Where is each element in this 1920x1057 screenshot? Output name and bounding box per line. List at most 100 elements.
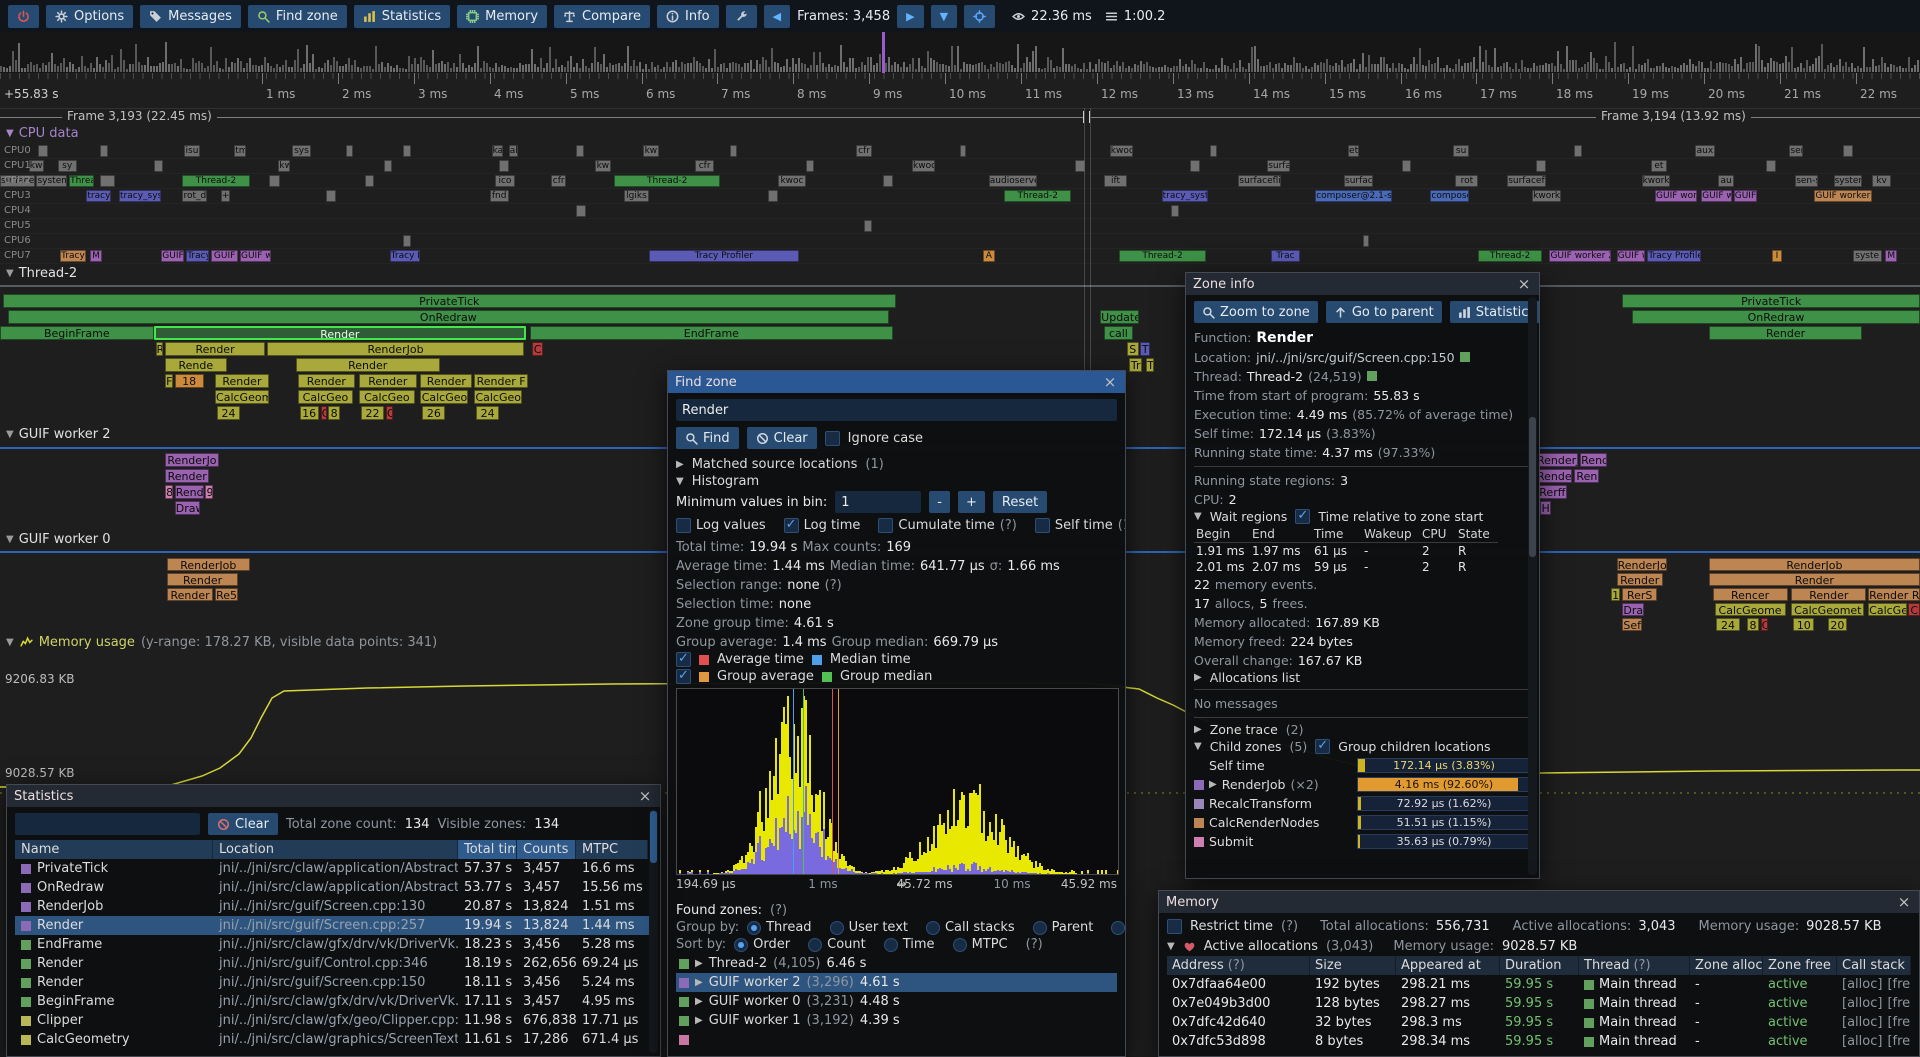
zone-tracy-profiler[interactable]: Tracy Profiler <box>1647 250 1701 262</box>
zone-guif-w[interactable]: GUIF-w <box>1734 190 1757 202</box>
group-children-checkbox[interactable] <box>1315 739 1330 754</box>
zone-thread-2[interactable]: Thread-2 <box>182 175 249 187</box>
zone-system-se[interactable]: system_se <box>36 175 67 187</box>
memory-button[interactable]: Memory <box>457 5 547 28</box>
zone-calcgeomet[interactable]: CalcGeomet <box>1791 603 1864 616</box>
stats-row-render[interactable]: Renderjni/../jni/src/guif/Control.cpp:34… <box>15 954 652 973</box>
zone-composer-2-1-se-hw[interactable]: composer@2.1-se [HW <box>1315 190 1392 202</box>
zone-guif-worker-1[interactable]: GUIF worker 1 <box>1814 190 1872 202</box>
stats-row-beginframe[interactable]: BeginFramejni/../jni/src/claw/gfx/drv/vk… <box>15 992 652 1011</box>
zone-kv[interactable]: kv <box>1872 175 1891 187</box>
zone-kworke[interactable]: kworke <box>1642 175 1671 187</box>
stats-row-privatetick[interactable]: PrivateTickjni/../jni/src/claw/applicati… <box>15 859 652 878</box>
zone-render[interactable]: Render <box>165 469 209 483</box>
thread-header-thread-2[interactable]: ▼Thread-2 <box>6 266 77 281</box>
stats-row-render[interactable]: Renderjni/../jni/src/guif/Screen.cpp:150… <box>15 973 652 992</box>
zone-kwoc[interactable]: kwoc <box>1110 145 1133 157</box>
zone-draw[interactable]: Draw <box>175 501 200 515</box>
zone-render[interactable]: Render <box>296 358 440 372</box>
zone-trac[interactable]: Trac <box>1271 250 1300 262</box>
child-zones-header[interactable]: ▼Child zones(5) Group children locations <box>1194 739 1531 754</box>
stats-column-counts[interactable]: Counts <box>517 840 576 859</box>
zone-a[interactable]: A <box>983 250 995 262</box>
zone-unnamed[interactable] <box>100 145 108 157</box>
zone-ka[interactable]: ka <box>492 145 504 157</box>
zone-kworke[interactable]: kworke <box>1532 190 1561 202</box>
zone-render[interactable]: Render <box>1709 326 1863 340</box>
power-button[interactable] <box>8 5 39 28</box>
alloc-column-thread[interactable]: Thread(?) <box>1579 956 1690 975</box>
histogram-section-header[interactable]: ▼Histogram <box>676 474 1117 489</box>
zone-renderjob[interactable]: RenderJob <box>267 342 524 356</box>
zone-render-r[interactable]: Render R <box>1868 588 1920 601</box>
scrollbar-thumb[interactable] <box>650 811 657 863</box>
zone-kw[interactable]: kw <box>595 160 610 172</box>
prev-frame-button[interactable]: ◀ <box>764 5 790 28</box>
zone-unnamed[interactable] <box>403 145 411 157</box>
thread-header-guif-worker-2[interactable]: ▼GUIF worker 2 <box>6 427 110 442</box>
zone-unnamed[interactable] <box>1210 145 1218 157</box>
stats-row-endframe[interactable]: EndFramejni/../jni/src/claw/gfx/drv/vk/D… <box>15 935 652 954</box>
zone-guif-worker-2[interactable]: GUIF worker 2 <box>1549 250 1610 262</box>
zone-dra[interactable]: Dra <box>1622 603 1643 616</box>
thread-header-guif-worker-0[interactable]: ▼GUIF worker 0 <box>6 532 110 547</box>
messages-button[interactable]: Messages <box>140 5 241 28</box>
zone-cfr[interactable]: cfr <box>695 160 714 172</box>
zone-tracy-i[interactable]: Tracy I <box>390 250 421 262</box>
clear-button[interactable]: Clear <box>208 813 278 835</box>
zone-unnamed[interactable] <box>1536 160 1546 172</box>
zone-update[interactable]: Update <box>1100 310 1138 324</box>
child-zone-submit[interactable]: Submit35.63 μs (0.79%) <box>1194 832 1531 851</box>
alloc-column-zone-alloc[interactable]: Zone alloc <box>1690 956 1763 975</box>
zone-endframe[interactable]: EndFrame <box>530 326 893 340</box>
zone-ift[interactable]: ift <box>1104 175 1127 187</box>
zone-r[interactable]: R <box>156 342 164 356</box>
zone-guif-worker-0[interactable]: GUIF worker 0 <box>1655 190 1697 202</box>
compare-button[interactable]: Compare <box>554 5 650 28</box>
child-zone-renderjob[interactable]: ▶RenderJob(×2)4.16 ms (92.60%) <box>1194 775 1531 794</box>
scrollbar[interactable] <box>649 809 658 1053</box>
zone-render[interactable]: Render <box>165 342 265 356</box>
zone-22[interactable]: 22 <box>361 406 384 420</box>
zone-c[interactable]: C <box>321 406 328 420</box>
zone-beginframe[interactable]: BeginFrame <box>0 326 154 340</box>
time-relative-checkbox[interactable] <box>1295 509 1310 524</box>
zone-unnamed[interactable] <box>864 220 872 232</box>
radio-mtpc[interactable]: MTPC <box>953 937 1008 952</box>
zone-render[interactable]: Render <box>420 374 472 388</box>
zone-t[interactable]: T <box>1146 358 1154 372</box>
zone-surfaceflinge[interactable]: surfaceflinge <box>1507 175 1545 187</box>
zone-unnamed[interactable] <box>576 145 584 157</box>
zone-tr[interactable]: Tr <box>1129 358 1142 372</box>
zone-info-titlebar[interactable]: Zone info × <box>1186 273 1539 295</box>
zone-call[interactable]: call <box>1104 326 1133 340</box>
zone-aux[interactable]: aux <box>1695 145 1714 157</box>
close-icon[interactable]: × <box>1896 893 1912 911</box>
zone-unnamed[interactable] <box>1171 205 1179 217</box>
zone-syste[interactable]: syste <box>1853 250 1882 262</box>
option-cumulate-time[interactable]: Cumulate time(?) <box>878 518 1016 533</box>
zone-unnamed[interactable] <box>1402 160 1412 172</box>
zone-render[interactable]: Render <box>167 573 238 586</box>
zone-18[interactable]: 18 <box>175 374 204 388</box>
legend-checkbox[interactable] <box>676 669 691 684</box>
zone-sef[interactable]: Sef <box>1622 618 1641 631</box>
tools-button[interactable] <box>726 5 757 28</box>
allocation-row[interactable]: 0x7e049b3d00128 bytes298.27 ms59.95 sMai… <box>1167 994 1911 1013</box>
zone-render[interactable]: Render <box>154 326 526 340</box>
zone-onredraw[interactable]: OnRedraw <box>1632 310 1920 324</box>
stats-row-render[interactable]: Renderjni/../jni/src/guif/Screen.cpp:257… <box>15 916 652 935</box>
zone-9[interactable]: 9 <box>205 485 213 499</box>
radio-time[interactable]: Time <box>884 937 935 952</box>
zone-audioserver-audio[interactable]: audioserver /audio <box>989 175 1037 187</box>
zone-renderj[interactable]: RenderJ <box>1536 453 1578 467</box>
zone-calcgeo[interactable]: CalcGeo <box>474 390 522 404</box>
zone-lgiks[interactable]: lgiks <box>624 190 649 202</box>
alloc-column-appeared-at[interactable]: Appeared at <box>1396 956 1500 975</box>
zone-render[interactable]: Render <box>359 374 417 388</box>
options-button[interactable]: Options <box>46 5 133 28</box>
radio-order[interactable]: Order <box>734 937 790 952</box>
statistics-button[interactable]: Statistics <box>1450 301 1539 323</box>
min-bin-decrease-button[interactable]: - <box>929 491 950 513</box>
zone-kwoc[interactable]: kwoc <box>912 160 935 172</box>
